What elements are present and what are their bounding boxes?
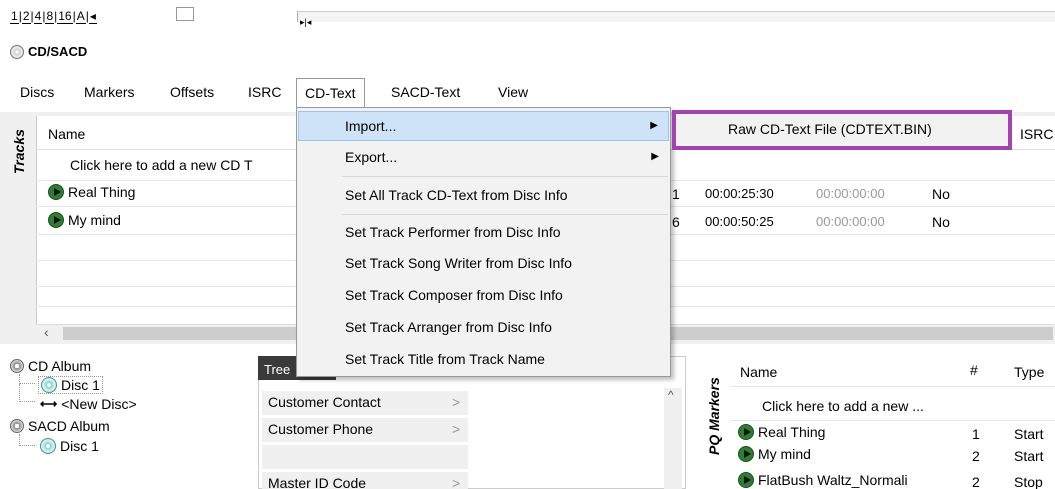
audio-track-icon [738,472,754,488]
tracks-label: Tracks [11,129,27,174]
track-offset: 00:00:00:00 [816,186,885,201]
table-row[interactable]: FlatBush Waltz_Normali [738,472,908,489]
track-number: 6 [672,214,680,230]
prop-row[interactable]: Master ID Code > [262,472,468,489]
submenu-arrow-icon: ▶ [650,120,658,131]
menu-offsets[interactable]: Offsets [170,84,214,100]
add-disc-icon: ⟷ [40,397,58,411]
album-icon [10,419,24,433]
toggle-checkbox[interactable] [176,7,194,21]
properties-scrollbar[interactable]: ^ [664,388,682,489]
disc-icon [40,438,56,454]
track-duration: 00:00:50:25 [705,214,774,229]
marker-number: 2 [972,448,980,464]
menu-item-import[interactable]: Import... ▶ [298,111,669,141]
tree-item-disc-1[interactable]: Disc 1 [38,376,103,394]
prop-row[interactable] [262,445,468,469]
disc-icon [41,377,57,393]
audio-track-icon [48,212,64,228]
menu-item-set-arranger[interactable]: Set Track Arranger from Disc Info [298,312,669,342]
menu-markers[interactable]: Markers [84,84,135,100]
track-number: 1 [672,186,680,202]
menu-isrc[interactable]: ISRC [248,84,281,100]
timeline-scrollbar[interactable]: ▸|◂ [297,11,1055,27]
menu-view[interactable]: View [498,84,528,100]
zoom-buttons: 1 | 2 | 4 | 8 | 16 | A | ◂ [10,9,97,24]
cd-text-dropdown-menu: Import... ▶ Export... ▶ Set All Track CD-T… [296,107,671,377]
audio-track-icon [48,184,64,200]
zoom-8-button[interactable]: 8 [45,9,55,24]
tracks-side-label: Tracks [10,118,34,178]
track-flag: No [932,186,950,202]
track-duration: 00:00:25:30 [705,186,774,201]
album-icon [10,359,24,373]
pq-col-type[interactable]: Type [1014,364,1044,380]
zoom-4-button[interactable]: 4 [33,9,43,24]
menu-item-set-song-writer[interactable]: Set Track Song Writer from Disc Info [298,248,669,278]
import-submenu: Raw CD-Text File (CDTEXT.BIN) [672,110,1012,150]
zoom-auto-button[interactable]: A [75,9,86,24]
col-isrc-header[interactable]: ISRC [1020,126,1053,142]
track-name: My mind [68,212,121,228]
menu-item-export[interactable]: Export... ▶ [298,142,669,172]
zoom-1-button[interactable]: 1 [10,9,19,24]
zoom-2-button[interactable]: 2 [21,9,31,24]
table-row[interactable]: My mind [738,446,811,462]
cd-icon [10,44,24,59]
section-header: CD/SACD [10,44,87,59]
marker-number: 2 [972,474,980,489]
scroll-up-icon[interactable]: ^ [668,388,674,402]
pq-markers-label: PQ Markers [706,377,722,455]
menu-sacd-text[interactable]: SACD-Text [391,84,460,100]
zoom-16-button[interactable]: 16 [57,9,73,24]
track-offset: 00:00:00:00 [816,214,885,229]
scroll-left-arrow-icon[interactable]: ‹ [44,324,49,340]
tree-item-new-disc[interactable]: ⟷ <New Disc> [40,396,137,412]
col-name-header[interactable]: Name [48,126,85,142]
audio-track-icon [738,424,754,440]
add-marker-hint[interactable]: Click here to add a new ... [762,398,924,414]
marker-type: Start [1014,426,1044,442]
table-row[interactable]: Real Thing [738,424,825,440]
scroll-arrows-icon[interactable]: ▸|◂ [298,17,311,27]
audio-track-icon [738,446,754,462]
scroll-left-icon[interactable]: ◂ [88,9,97,24]
menu-item-set-performer[interactable]: Set Track Performer from Disc Info [298,217,669,247]
tree-item-cd-album[interactable]: CD Album [10,358,91,374]
marker-number: 1 [972,426,980,442]
pq-col-num[interactable]: # [970,362,978,378]
tree-item-sacd-album[interactable]: SACD Album [10,418,110,434]
menu-item-set-all-track-cd-text[interactable]: Set All Track CD-Text from Disc Info [298,180,669,210]
menu-discs[interactable]: Discs [20,84,54,100]
section-title: CD/SACD [28,44,88,59]
marker-type: Start [1014,448,1044,464]
menu-item-raw-cd-text-file[interactable]: Raw CD-Text File (CDTEXT.BIN) [728,121,932,137]
track-flag: No [932,214,950,230]
table-row[interactable]: My mind [48,212,121,228]
menu-item-set-title[interactable]: Set Track Title from Track Name [298,344,669,374]
prop-row[interactable]: Customer Phone > [262,418,468,442]
submenu-arrow-icon: ▶ [651,151,659,162]
prop-row[interactable]: Customer Contact > [262,391,468,415]
track-name: Real Thing [68,184,136,200]
menu-item-set-composer[interactable]: Set Track Composer from Disc Info [298,280,669,310]
tree-item-sacd-disc-1[interactable]: Disc 1 [40,438,99,454]
pq-col-name[interactable]: Name [740,364,777,380]
table-row[interactable]: Real Thing [48,184,135,200]
add-track-hint[interactable]: Click here to add a new CD T [70,157,253,173]
menu-bar: Discs Markers Offsets ISRC CD-Text SACD-… [0,78,1055,111]
marker-type: Stop [1014,474,1043,489]
